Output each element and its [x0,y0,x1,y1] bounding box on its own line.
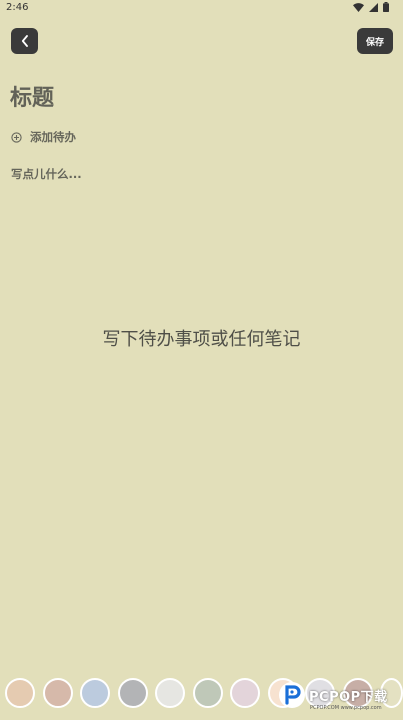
color-swatch[interactable] [5,678,35,708]
chevron-left-icon [21,35,28,47]
note-content-input[interactable]: 写点儿什么... [11,166,82,182]
signal-icon [369,2,378,12]
wifi-icon [353,2,364,12]
pcpop-logo-icon [279,682,305,708]
color-swatch[interactable] [192,678,223,708]
add-circle-icon [11,131,22,143]
watermark-subtext: PCPOP.COM www.pcpop.com [310,705,382,711]
color-swatch[interactable] [42,678,73,708]
battery-icon [383,2,389,12]
color-swatch[interactable] [230,678,260,708]
add-todo-button[interactable]: 添加待办 [11,129,76,145]
save-button[interactable]: 保存 [357,28,393,54]
color-swatch[interactable] [155,678,185,708]
color-swatch[interactable] [80,678,110,708]
color-swatch[interactable] [117,678,148,708]
empty-hint: 写下待办事项或任何笔记 [102,329,301,350]
back-button[interactable] [11,28,38,54]
status-bar: 2:46 [0,0,403,18]
watermark-text: PCPOP下载 [309,689,388,705]
watermark: PCPOP下载 PCPOP.COM www.pcpop.com [278,681,388,711]
note-title-input[interactable]: 标题 [10,80,54,112]
status-icons [353,2,389,12]
add-todo-label: 添加待办 [30,130,76,144]
status-time: 2:46 [6,2,29,13]
